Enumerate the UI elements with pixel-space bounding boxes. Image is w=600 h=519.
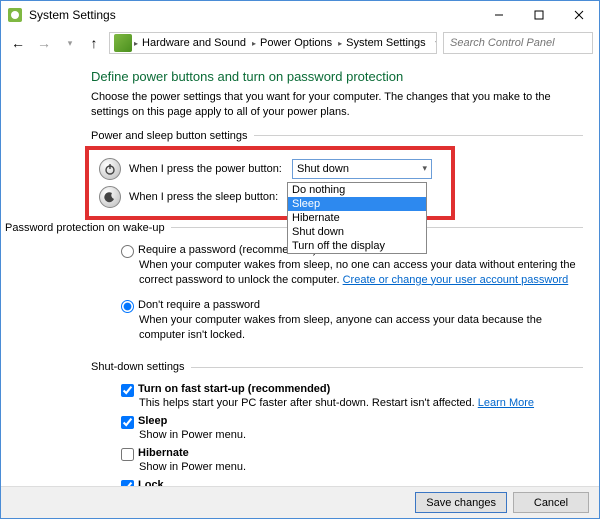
chevron-right-icon: ▸ [250,39,258,48]
save-button[interactable]: Save changes [415,492,507,513]
section-shutdown: Shut-down settings [91,361,583,373]
control-panel-icon [114,34,132,52]
dropdown-option[interactable]: Do nothing [288,183,426,197]
close-button[interactable] [559,1,599,29]
breadcrumb-bar[interactable]: ▸ Hardware and Sound ▸ Power Options ▸ S… [109,32,437,54]
page-intro: Choose the power settings that you want … [91,90,583,120]
search-input[interactable] [448,36,595,50]
sleep-icon [99,186,121,208]
checkbox-sleep[interactable] [121,416,134,429]
cancel-button[interactable]: Cancel [513,492,589,513]
chevron-down-icon: ▾ [422,163,427,174]
search-box[interactable] [443,32,593,54]
link-change-password[interactable]: Create or change your user account passw… [343,274,569,286]
chevron-right-icon: ▸ [132,39,140,48]
app-icon [7,7,23,23]
breadcrumb-item[interactable]: Power Options [258,37,336,49]
highlight-box: When I press the power button: Shut down… [85,146,455,220]
link-learn-more[interactable]: Learn More [478,397,534,409]
radio-description: When your computer wakes from sleep, any… [121,313,583,347]
checkbox-label: Hibernate [138,447,189,459]
content-area: Define power buttons and turn on passwor… [1,57,599,487]
checkbox-hibernate[interactable] [121,448,134,461]
radio-require-password[interactable] [121,245,134,258]
breadcrumb-item[interactable]: Hardware and Sound [140,37,250,49]
dropdown-option[interactable]: Shut down [288,225,426,239]
power-button-dropdown[interactable]: Do nothing Sleep Hibernate Shut down Tur… [287,182,427,254]
footer-bar: Save changes Cancel [1,486,599,518]
power-button-select[interactable]: Shut down▾ [292,159,432,179]
power-button-label: When I press the power button: [129,163,284,175]
chevron-right-icon: ▸ [336,39,344,48]
title-bar: System Settings [1,1,599,29]
chevron-down-icon[interactable]: v [430,38,437,49]
window-title: System Settings [29,8,116,22]
maximize-button[interactable] [519,1,559,29]
minimize-button[interactable] [479,1,519,29]
checkbox-label: Turn on fast start-up (recommended) [138,383,330,395]
dropdown-option-selected[interactable]: Sleep [288,197,426,211]
nav-up-button[interactable]: ↑ [85,32,103,54]
nav-history-button[interactable]: ▾ [59,32,81,54]
dropdown-option[interactable]: Turn off the display [288,239,426,253]
checkbox-fast-startup[interactable] [121,384,134,397]
page-heading: Define power buttons and turn on passwor… [91,69,583,84]
power-icon [99,158,121,180]
section-power-sleep: Power and sleep button settings [91,130,583,142]
sleep-button-label: When I press the sleep button: [129,191,284,203]
nav-forward-button[interactable]: → [33,32,55,54]
nav-back-button[interactable]: ← [7,32,29,54]
breadcrumb-item[interactable]: System Settings [344,37,429,49]
checkbox-label: Sleep [138,415,167,427]
radio-no-password[interactable] [121,300,134,313]
checkbox-description: Show in Power menu. [121,429,583,443]
checkbox-description: Show in Power menu. [121,461,583,475]
dropdown-option[interactable]: Hibernate [288,211,426,225]
checkbox-description: This helps start your PC faster after sh… [139,397,478,409]
nav-bar: ← → ▾ ↑ ▸ Hardware and Sound ▸ Power Opt… [1,29,599,57]
radio-label: Don't require a password [138,299,260,311]
